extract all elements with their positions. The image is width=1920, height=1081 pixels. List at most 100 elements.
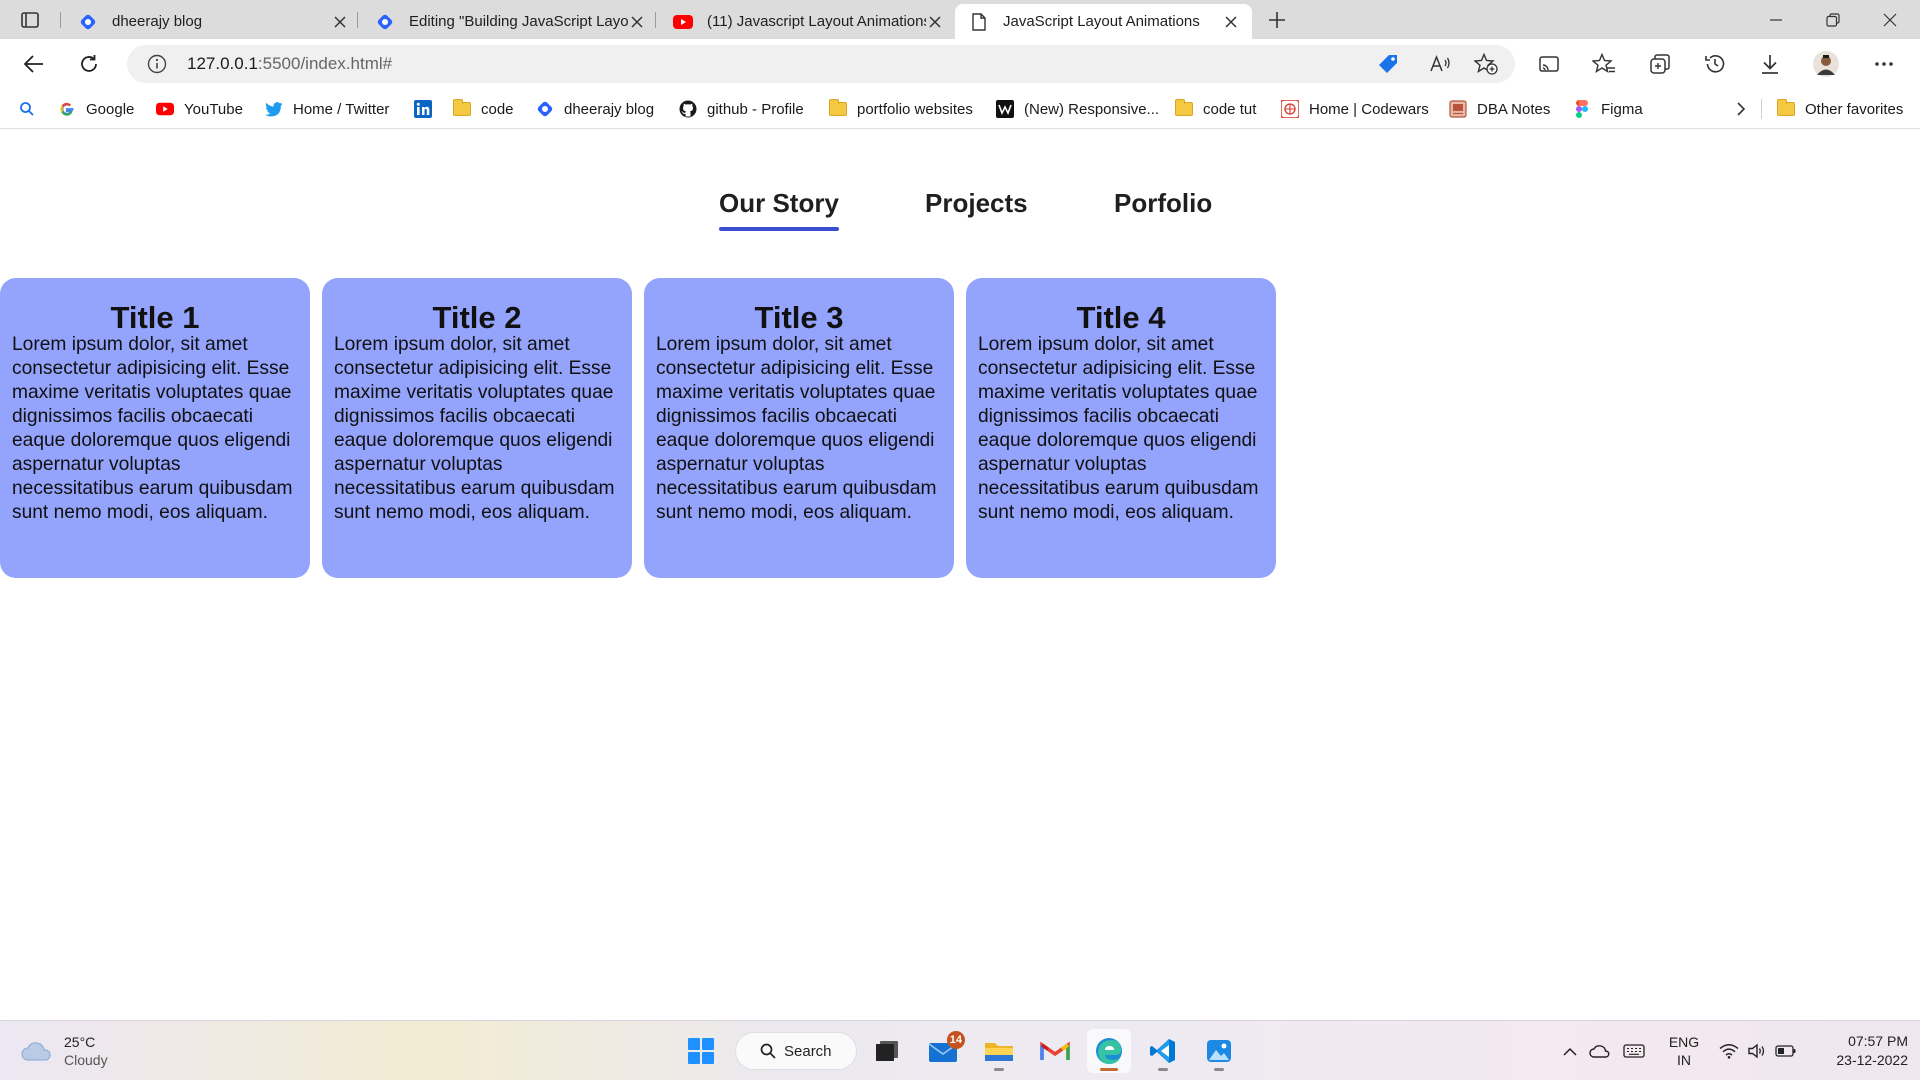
new-tab-button[interactable]	[1247, 0, 1307, 39]
card-body: Lorem ipsum dolor, sit amet consectetur …	[978, 334, 1259, 523]
gmail-icon	[1040, 1041, 1070, 1060]
favorite-label: dheerajy blog	[564, 100, 655, 118]
favorite-label: (New) Responsive...	[1024, 100, 1160, 118]
youtube-icon	[156, 100, 174, 118]
read-aloud-icon[interactable]	[1429, 54, 1451, 74]
favorite-twitter[interactable]: Home / Twitter	[265, 89, 389, 129]
download-icon	[1762, 55, 1778, 74]
tab-close-icon[interactable]	[331, 13, 349, 31]
mail-app-button[interactable]: 14	[921, 1029, 965, 1073]
add-favorite-icon[interactable]	[1474, 53, 1498, 75]
language-code: ENG	[1668, 1034, 1700, 1050]
tab-editing-post[interactable]: Editing "Building JavaScript Layou	[361, 4, 658, 39]
hashnode-icon	[78, 12, 98, 32]
favorite-figma[interactable]: Figma	[1573, 89, 1643, 129]
favorite-youtube[interactable]: YouTube	[156, 89, 243, 129]
other-favorites-folder[interactable]: Other favorites	[1777, 89, 1903, 129]
photos-icon	[1207, 1040, 1231, 1062]
tab-separator	[357, 12, 358, 28]
favorite-folder-code[interactable]: code	[453, 89, 514, 129]
favorite-folder-code-tut[interactable]: code tut	[1175, 89, 1256, 129]
site-info-icon[interactable]	[147, 54, 167, 74]
favorite-label: portfolio websites	[857, 100, 973, 118]
nav-link-porfolio[interactable]: Porfolio	[1114, 188, 1212, 219]
tab-actions-button[interactable]	[0, 0, 60, 39]
task-view-button[interactable]	[865, 1029, 909, 1073]
favorite-responsive[interactable]: (New) Responsive...	[996, 89, 1159, 129]
favorites-button[interactable]	[1588, 48, 1620, 80]
favorite-linkedin[interactable]	[414, 89, 442, 129]
photos-app-button[interactable]	[1197, 1029, 1241, 1073]
touch-keyboard-button[interactable]	[1621, 1021, 1647, 1081]
favorite-folder-portfolio-websites[interactable]: portfolio websites	[829, 89, 973, 129]
gmail-app-button[interactable]	[1033, 1029, 1077, 1073]
tab-youtube-video[interactable]: (11) Javascript Layout Animations	[659, 4, 956, 39]
tab-title: JavaScript Layout Animations	[1003, 13, 1200, 30]
favorite-github-profile[interactable]: github - Profile	[679, 89, 804, 129]
card-title: Title 4	[1076, 300, 1166, 335]
favorites-overflow-button[interactable]	[1736, 89, 1746, 129]
card-body: Lorem ipsum dolor, sit amet consectetur …	[656, 334, 937, 523]
tab-title: (11) Javascript Layout Animations	[707, 13, 926, 30]
restore-icon	[1826, 12, 1840, 27]
favorite-dheerajy-blog[interactable]: dheerajy blog	[536, 89, 654, 129]
profile-button[interactable]	[1810, 48, 1842, 80]
back-button[interactable]	[18, 48, 50, 80]
favorites-divider	[1761, 99, 1762, 119]
favorites-star-icon	[1592, 53, 1615, 74]
nav-link-projects[interactable]: Projects	[925, 188, 1028, 219]
minimize-button[interactable]	[1748, 0, 1804, 39]
other-favorites-label: Other favorites	[1805, 100, 1904, 118]
edge-app-button[interactable]	[1087, 1029, 1131, 1073]
favorite-dba-notes[interactable]: DBA Notes	[1449, 89, 1550, 129]
card-2: Title 2 Lorem ipsum dolor, sit amet cons…	[322, 278, 632, 578]
search-icon	[760, 1043, 776, 1059]
cast-icon	[1539, 56, 1559, 72]
favorite-label: Figma	[1601, 100, 1643, 118]
more-dots-icon	[1875, 62, 1893, 66]
taskbar-search[interactable]: Search	[735, 1032, 857, 1070]
shopping-tag-icon[interactable]	[1377, 53, 1399, 75]
tab-close-icon[interactable]	[926, 13, 944, 31]
favorite-codewars[interactable]: Home | Codewars	[1281, 89, 1429, 129]
favorite-label: Home / Twitter	[293, 100, 390, 118]
vscode-app-button[interactable]	[1141, 1029, 1185, 1073]
edge-icon	[1096, 1038, 1122, 1064]
linkedin-icon	[414, 100, 432, 118]
collections-button[interactable]	[1644, 48, 1676, 80]
nav-link-our-story[interactable]: Our Story	[719, 188, 839, 231]
tab-close-icon[interactable]	[628, 13, 646, 31]
browser-tab-strip: dheerajy blog Editing "Building JavaScri…	[0, 0, 1920, 39]
tab-dheerajy-blog[interactable]: dheerajy blog	[64, 4, 361, 39]
running-indicator	[994, 1068, 1004, 1071]
file-explorer-button[interactable]	[977, 1029, 1021, 1073]
task-view-icon	[876, 1041, 898, 1061]
favorites-search-button[interactable]	[19, 89, 35, 129]
show-hidden-icons-button[interactable]	[1558, 1021, 1582, 1081]
history-button[interactable]	[1699, 48, 1731, 80]
downloads-button[interactable]	[1754, 48, 1786, 80]
close-window-button[interactable]	[1862, 0, 1918, 39]
favorite-google[interactable]: Google	[58, 89, 134, 129]
avatar	[1813, 51, 1839, 77]
favorites-bar: Google YouTube Home / Twitter code dheer…	[0, 89, 1920, 129]
clock-button[interactable]: 07:57 PM 23-12-2022	[1812, 1021, 1908, 1081]
input-language-indicator[interactable]: ENG IN	[1662, 1021, 1706, 1081]
history-icon	[1705, 55, 1725, 73]
youtube-icon	[673, 12, 693, 32]
refresh-button[interactable]	[73, 48, 105, 80]
onedrive-tray-button[interactable]	[1587, 1021, 1613, 1081]
settings-more-button[interactable]	[1868, 48, 1900, 80]
cast-button[interactable]	[1533, 48, 1565, 80]
address-bar[interactable]: 127.0.0.1:5500/index.html#	[127, 45, 1515, 83]
weather-widget[interactable]: 25°C Cloudy	[20, 1029, 108, 1073]
restore-button[interactable]	[1805, 0, 1861, 39]
refresh-icon	[81, 55, 97, 72]
tab-javascript-layout-animations[interactable]: JavaScript Layout Animations	[955, 4, 1252, 39]
cloud-icon	[21, 1042, 51, 1061]
quick-settings-button[interactable]	[1716, 1021, 1800, 1081]
address-url[interactable]: 127.0.0.1:5500/index.html#	[187, 45, 392, 83]
tab-close-icon[interactable]	[1222, 13, 1240, 31]
start-button[interactable]	[679, 1029, 723, 1073]
page-icon	[969, 12, 989, 32]
